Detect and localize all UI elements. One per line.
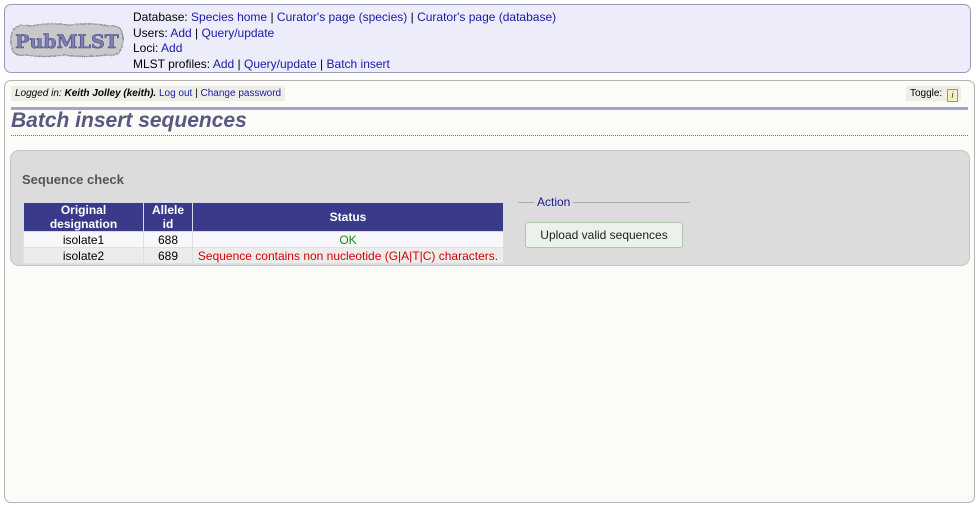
- column-header-original-designation: Original designation: [23, 202, 144, 232]
- separator: |: [270, 10, 274, 24]
- allele-id-cell: 689: [143, 247, 193, 264]
- database-row: Database: Species home | Curator's page …: [133, 10, 556, 26]
- table-row: isolate1 688 OK: [23, 231, 504, 248]
- title-divider-bottom: [11, 135, 968, 136]
- users-query-update-link[interactable]: Query/update: [202, 26, 275, 40]
- separator: |: [195, 88, 198, 99]
- sequence-check-box: Sequence check Original designation Alle…: [10, 150, 970, 266]
- svg-text:PubMLST: PubMLST: [15, 31, 119, 53]
- table-row: isolate2 689 Sequence contains non nucle…: [23, 247, 504, 264]
- original-designation-cell: isolate1: [23, 231, 144, 248]
- status-cell: Sequence contains non nucleotide (G|A|T|…: [192, 247, 504, 264]
- header-nav: Database: Species home | Curator's page …: [133, 10, 556, 72]
- action-legend: Action: [537, 195, 571, 209]
- users-label: Users:: [133, 25, 168, 40]
- allele-id-cell: 688: [143, 231, 193, 248]
- logged-in-label: Logged in:: [15, 88, 62, 99]
- column-header-allele-id: Allele id: [143, 202, 193, 232]
- separator: |: [320, 56, 324, 71]
- profiles-add-link[interactable]: Add: [213, 57, 234, 71]
- action-fieldset: Action Upload valid sequences: [518, 195, 690, 250]
- users-row: Users: Add | Query/update: [133, 26, 556, 42]
- sequence-check-table: Original designation Allele id Status is…: [23, 202, 504, 264]
- profiles-query-update-link[interactable]: Query/update: [244, 57, 317, 71]
- toggle-label: Toggle:: [909, 88, 943, 99]
- change-password-link[interactable]: Change password: [201, 88, 282, 99]
- status-cell: OK: [192, 231, 504, 248]
- column-header-status: Status: [192, 202, 504, 232]
- logged-in-user: Keith Jolley (keith).: [64, 88, 157, 99]
- users-add-link[interactable]: Add: [170, 26, 191, 40]
- separator: |: [410, 10, 414, 24]
- page-title: Batch insert sequences: [11, 109, 247, 132]
- toggle-control: Toggle: i: [905, 86, 961, 102]
- info-toggle-icon[interactable]: i: [947, 89, 958, 102]
- mlst-profiles-row: MLST profiles: Add | Query/update | Batc…: [133, 57, 556, 73]
- logout-link[interactable]: Log out: [159, 88, 192, 99]
- main-panel: Logged in: Keith Jolley (keith). Log out…: [4, 80, 975, 503]
- pubmlst-logo[interactable]: PubMLST: [9, 21, 125, 59]
- table-header-row: Original designation Allele id Status: [23, 202, 504, 232]
- loci-label: Loci:: [133, 41, 159, 55]
- profiles-batch-insert-link[interactable]: Batch insert: [327, 57, 390, 71]
- site-header: PubMLST Database: Species home | Curator…: [4, 4, 971, 73]
- login-bar: Logged in: Keith Jolley (keith). Log out…: [11, 86, 286, 101]
- sequence-check-heading: Sequence check: [22, 172, 124, 187]
- separator: |: [237, 56, 241, 71]
- original-designation-cell: isolate2: [23, 247, 144, 264]
- curators-page-species-link[interactable]: Curator's page (species): [277, 10, 407, 24]
- loci-add-link[interactable]: Add: [161, 41, 182, 55]
- loci-row: Loci: Add: [133, 41, 556, 57]
- species-home-link[interactable]: Species home: [191, 10, 267, 24]
- mlst-profiles-label: MLST profiles:: [133, 56, 211, 71]
- database-label: Database:: [133, 10, 188, 24]
- separator: |: [195, 25, 199, 40]
- upload-valid-sequences-button[interactable]: Upload valid sequences: [525, 222, 683, 248]
- curators-page-database-link[interactable]: Curator's page (database): [417, 10, 556, 24]
